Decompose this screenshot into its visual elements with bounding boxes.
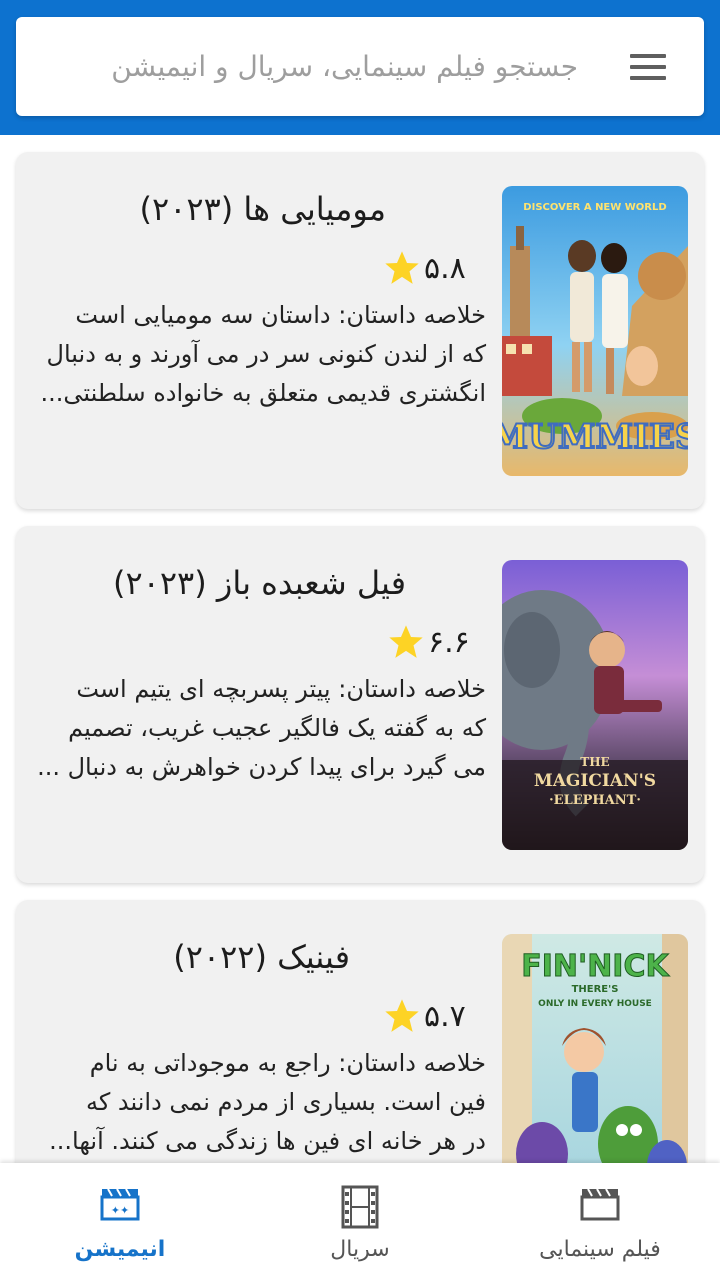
tab-label: انیمیشن: [74, 1237, 166, 1262]
movie-summary: خلاصه داستان: راجع به موجوداتی به نام فی…: [36, 1044, 486, 1161]
tab-label: فیلم سینمایی: [539, 1237, 661, 1262]
film-strip-icon: [341, 1185, 379, 1229]
poster-title-bottom: ·ELEPHANT·: [549, 793, 641, 808]
movie-card[interactable]: DISCOVER A NEW WORLD MUMMIES مومیایی ها …: [16, 152, 704, 509]
rating: ۵.۸: [382, 248, 466, 288]
summary-line: خلاصه داستان: پیتر پسربچه ای یتیم است: [76, 675, 486, 703]
svg-text:✦✦: ✦✦: [111, 1204, 129, 1217]
movie-poster[interactable]: FIN'NICK THERE'S ONLY IN EVERY HOUSE: [502, 934, 688, 1163]
movie-title: فینیک (۲۰۲۲): [173, 938, 350, 976]
search-input[interactable]: جستجو فیلم سینمایی، سریال و انیمیشن: [111, 17, 578, 116]
summary-line: خلاصه داستان: داستان سه مومیایی است: [75, 301, 486, 329]
poster-title: MUMMIES: [502, 417, 688, 457]
bottom-navigation: ✦✦ انیمیشن سریال فیلم سینمایی: [0, 1163, 720, 1280]
summary-line: انگشتری قدیمی متعلق به خانواده سلطنتی...: [40, 379, 486, 407]
poster-tagline: DISCOVER A NEW WORLD: [523, 202, 666, 213]
poster-tagline-top: THERE'S: [572, 984, 619, 995]
movie-title: فیل شعبده باز (۲۰۲۳): [113, 564, 406, 602]
tab-series[interactable]: سریال: [270, 1163, 450, 1280]
movie-card[interactable]: FIN'NICK THERE'S ONLY IN EVERY HOUSE فین…: [16, 900, 704, 1163]
poster-tagline-bottom: ONLY IN EVERY HOUSE: [538, 999, 652, 1009]
clapperboard-icon: [580, 1188, 620, 1221]
star-icon: [385, 251, 419, 284]
animation-clapper-icon: ✦✦: [100, 1188, 140, 1221]
rating-value: ۵.۸: [424, 250, 466, 286]
movie-summary: خلاصه داستان: داستان سه مومیایی است که ا…: [36, 296, 486, 413]
summary-line: خلاصه داستان: راجع به موجوداتی به نام: [89, 1049, 486, 1077]
hamburger-menu-icon[interactable]: [628, 47, 668, 87]
rating: ۵.۷: [382, 996, 466, 1036]
summary-line: که از لندن کنونی سر در می آورند و به دنب…: [46, 340, 486, 368]
rating: ۶.۶: [386, 622, 470, 662]
tab-animation[interactable]: ✦✦ انیمیشن: [30, 1163, 210, 1280]
movie-summary: خلاصه داستان: پیتر پسربچه ای یتیم است که…: [36, 670, 486, 787]
star-icon: [385, 999, 419, 1032]
movie-poster[interactable]: DISCOVER A NEW WORLD MUMMIES: [502, 186, 688, 476]
summary-line: در هر خانه ای فین ها زندگی می کنند. آنها…: [49, 1127, 486, 1155]
tab-movies[interactable]: فیلم سینمایی: [510, 1163, 690, 1280]
movie-card[interactable]: THE MAGICIAN'S ·ELEPHANT· فیل شعبده باز …: [16, 526, 704, 883]
summary-line: فین است. بسیاری از مردم نمی دانند که: [85, 1088, 486, 1116]
rating-value: ۶.۶: [428, 624, 470, 660]
poster-title-top: THE: [580, 755, 609, 769]
summary-line: که به گفته یک فالگیر عجیب غریب، تصمیم: [68, 714, 486, 742]
movie-poster[interactable]: THE MAGICIAN'S ·ELEPHANT·: [502, 560, 688, 850]
poster-title: MAGICIAN'S: [534, 771, 656, 791]
search-bar[interactable]: جستجو فیلم سینمایی، سریال و انیمیشن: [16, 17, 704, 116]
summary-line: می گیرد برای پیدا کردن خواهرش به دنبال .…: [37, 753, 486, 781]
top-app-bar: جستجو فیلم سینمایی، سریال و انیمیشن: [0, 0, 720, 135]
star-icon: [389, 625, 423, 658]
rating-value: ۵.۷: [424, 998, 466, 1034]
movie-title: مومیایی ها (۲۰۲۳): [139, 190, 386, 228]
tab-label: سریال: [330, 1237, 390, 1262]
movie-list[interactable]: DISCOVER A NEW WORLD MUMMIES مومیایی ها …: [0, 135, 720, 1163]
poster-title: FIN'NICK: [521, 949, 670, 984]
